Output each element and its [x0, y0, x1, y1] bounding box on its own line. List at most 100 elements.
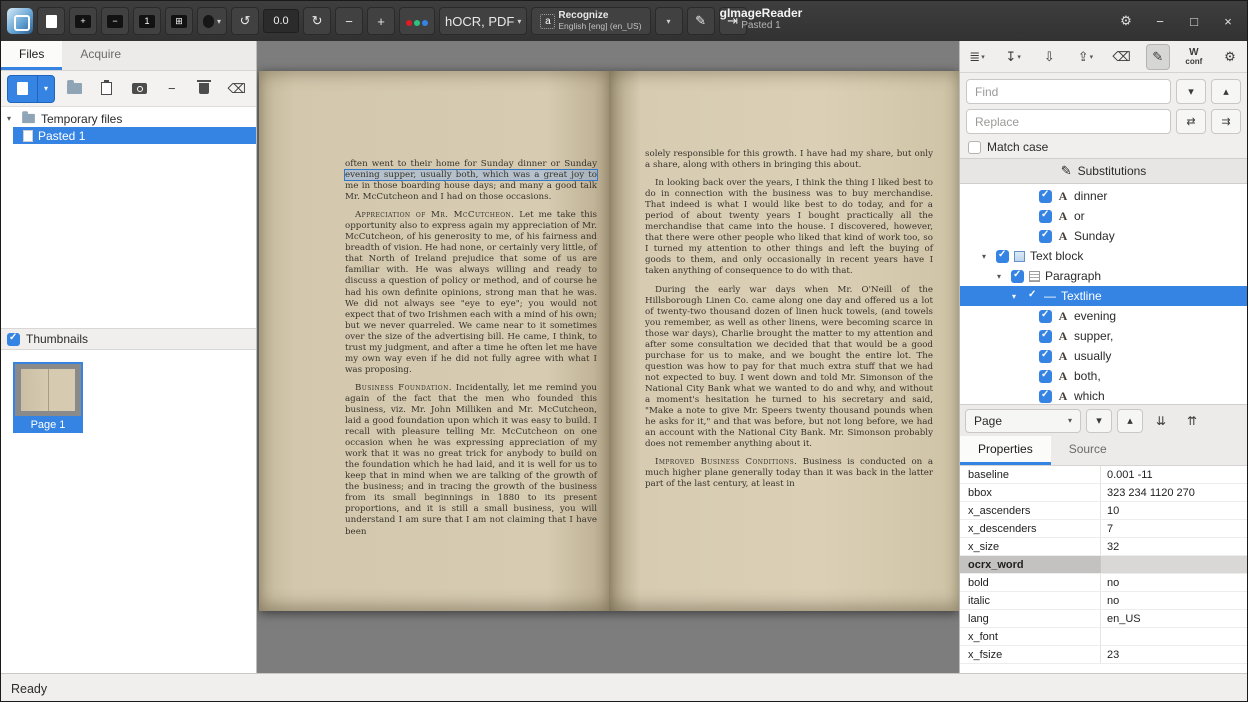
add-image-options-button[interactable]: ▾	[37, 75, 55, 103]
ocr-mode-select[interactable]: hOCR, PDF▾	[439, 7, 527, 35]
replace-button[interactable]: ⇄	[1176, 109, 1206, 134]
property-row[interactable]: baseline0.001 -11	[960, 466, 1247, 484]
property-row[interactable]: x_fsize23	[960, 646, 1247, 664]
maximize-button[interactable]: □	[1181, 8, 1207, 34]
hocr-settings-button[interactable]: ⚙	[1218, 44, 1242, 70]
paste-button[interactable]	[94, 75, 121, 103]
textblock-checkbox[interactable]	[996, 250, 1009, 263]
expander-icon[interactable]	[7, 114, 16, 123]
thumbnails-checkbox[interactable]	[7, 333, 20, 346]
textline-checkbox[interactable]	[1026, 290, 1039, 303]
ocr-word-selection[interactable]: evening supper, usually both, which was …	[345, 170, 597, 180]
rotation-angle-input[interactable]: 0.0	[263, 9, 299, 33]
minimize-button[interactable]: −	[1147, 8, 1173, 34]
open-page-button[interactable]	[37, 7, 65, 35]
tab-source[interactable]: Source	[1051, 436, 1125, 465]
find-replace-toggle[interactable]: ✎	[1146, 44, 1170, 70]
word-row[interactable]: dinner	[960, 186, 1247, 206]
zoom-fit-button[interactable]: ⊞	[165, 7, 193, 35]
remove-page-button[interactable]: −	[159, 75, 186, 103]
word-row[interactable]: both,	[960, 366, 1247, 386]
property-row[interactable]: x_descenders7	[960, 520, 1247, 538]
open-folder-button[interactable]	[61, 75, 88, 103]
insert-mode-button[interactable]: ≣▾	[965, 44, 989, 70]
find-input[interactable]	[966, 79, 1171, 104]
spin-down-button[interactable]: −	[335, 7, 363, 35]
property-row[interactable]: boldno	[960, 574, 1247, 592]
thumbnail-page-1[interactable]: Page 1	[13, 362, 83, 433]
tab-acquire[interactable]: Acquire	[62, 41, 139, 70]
property-row[interactable]: langen_US	[960, 610, 1247, 628]
word-row[interactable]: supper,	[960, 326, 1247, 346]
sources-panel: Files Acquire ▾ − ⌫ Temporary fi	[1, 41, 257, 673]
expander-icon[interactable]	[997, 272, 1006, 281]
folder-row-temporary-files[interactable]: Temporary files	[1, 110, 256, 127]
expand-all-button[interactable]: ⇊	[1148, 409, 1174, 433]
checkbox-icon[interactable]	[968, 141, 981, 154]
delete-button[interactable]	[191, 75, 218, 103]
word-checkbox[interactable]	[1039, 210, 1052, 223]
tab-properties[interactable]: Properties	[960, 436, 1051, 465]
word-row[interactable]: or	[960, 206, 1247, 226]
word-checkbox[interactable]	[1039, 330, 1052, 343]
replace-input[interactable]	[966, 109, 1171, 134]
match-case-checkbox[interactable]: Match case	[966, 140, 1241, 154]
thumbnails-toggle[interactable]: Thumbnails	[1, 328, 256, 350]
image-controls-button[interactable]	[399, 7, 435, 35]
replace-all-button[interactable]: ⇉	[1211, 109, 1241, 134]
add-image-button[interactable]	[7, 75, 37, 103]
zoom-out-button[interactable]: −	[101, 7, 129, 35]
rotate-mode-button[interactable]: ▾	[197, 7, 227, 35]
property-row[interactable]: x_ascenders10	[960, 502, 1247, 520]
recognize-button[interactable]: RecognizeEnglish [eng] (en_US)	[531, 7, 650, 35]
page-select[interactable]: Page▾	[965, 409, 1081, 433]
property-row[interactable]: italicno	[960, 592, 1247, 610]
zoom-out-icon: −	[107, 15, 123, 28]
property-row[interactable]: x_size32	[960, 538, 1247, 556]
tab-files[interactable]: Files	[1, 41, 62, 70]
rotate-right-button[interactable]: ↻	[303, 7, 331, 35]
navigate-up-button[interactable]: ▴	[1117, 409, 1143, 433]
word-row[interactable]: which	[960, 386, 1247, 404]
close-button[interactable]: ×	[1215, 8, 1241, 34]
collapse-all-button[interactable]: ⇈	[1179, 409, 1205, 433]
clear-button[interactable]: ⌫	[224, 75, 251, 103]
word-checkbox[interactable]	[1039, 310, 1052, 323]
paragraph-checkbox[interactable]	[1011, 270, 1024, 283]
word-row[interactable]: evening	[960, 306, 1247, 326]
save-hocr-button[interactable]: ↧▾	[1001, 44, 1025, 70]
clear-hocr-button[interactable]: ⌫	[1110, 44, 1134, 70]
zoom-in-button[interactable]: +	[69, 7, 97, 35]
zoom-original-button[interactable]: 1	[133, 7, 161, 35]
word-checkbox[interactable]	[1039, 190, 1052, 203]
property-row[interactable]: x_font	[960, 628, 1247, 646]
rotate-left-button[interactable]: ↺	[231, 7, 259, 35]
property-row[interactable]: bbox323 234 1120 270	[960, 484, 1247, 502]
textline-row-selected[interactable]: Textline	[960, 286, 1247, 306]
export-hocr-button[interactable]: ⇪▾	[1073, 44, 1097, 70]
word-checkbox[interactable]	[1039, 350, 1052, 363]
word-confidence-toggle[interactable]: Wconf	[1182, 44, 1206, 70]
settings-button[interactable]: ⚙	[1113, 8, 1139, 34]
recognize-options-button[interactable]: ▾	[655, 7, 683, 35]
word-checkbox[interactable]	[1039, 230, 1052, 243]
expander-icon[interactable]	[1012, 292, 1021, 301]
textblock-row[interactable]: Text block	[960, 246, 1247, 266]
paragraph-row[interactable]: Paragraph	[960, 266, 1247, 286]
word-row[interactable]: Sunday	[960, 226, 1247, 246]
substitutions-button[interactable]: ✎ Substitutions	[960, 158, 1247, 184]
find-prev-button[interactable]: ▴	[1211, 79, 1241, 104]
navigate-down-button[interactable]: ▾	[1086, 409, 1112, 433]
export-button[interactable]: ⇥	[719, 7, 747, 35]
word-checkbox[interactable]	[1039, 370, 1052, 383]
image-viewer[interactable]: often went to their home for Sunday dinn…	[257, 41, 959, 673]
file-row-pasted-1[interactable]: Pasted 1	[13, 127, 256, 144]
word-row[interactable]: usually	[960, 346, 1247, 366]
find-next-button[interactable]: ▾	[1176, 79, 1206, 104]
expander-icon[interactable]	[982, 252, 991, 261]
screenshot-button[interactable]	[126, 75, 153, 103]
output-editor-button[interactable]: ✎	[687, 7, 715, 35]
spin-up-button[interactable]: +	[367, 7, 395, 35]
word-checkbox[interactable]	[1039, 390, 1052, 403]
import-button[interactable]: ⇩	[1037, 44, 1061, 70]
